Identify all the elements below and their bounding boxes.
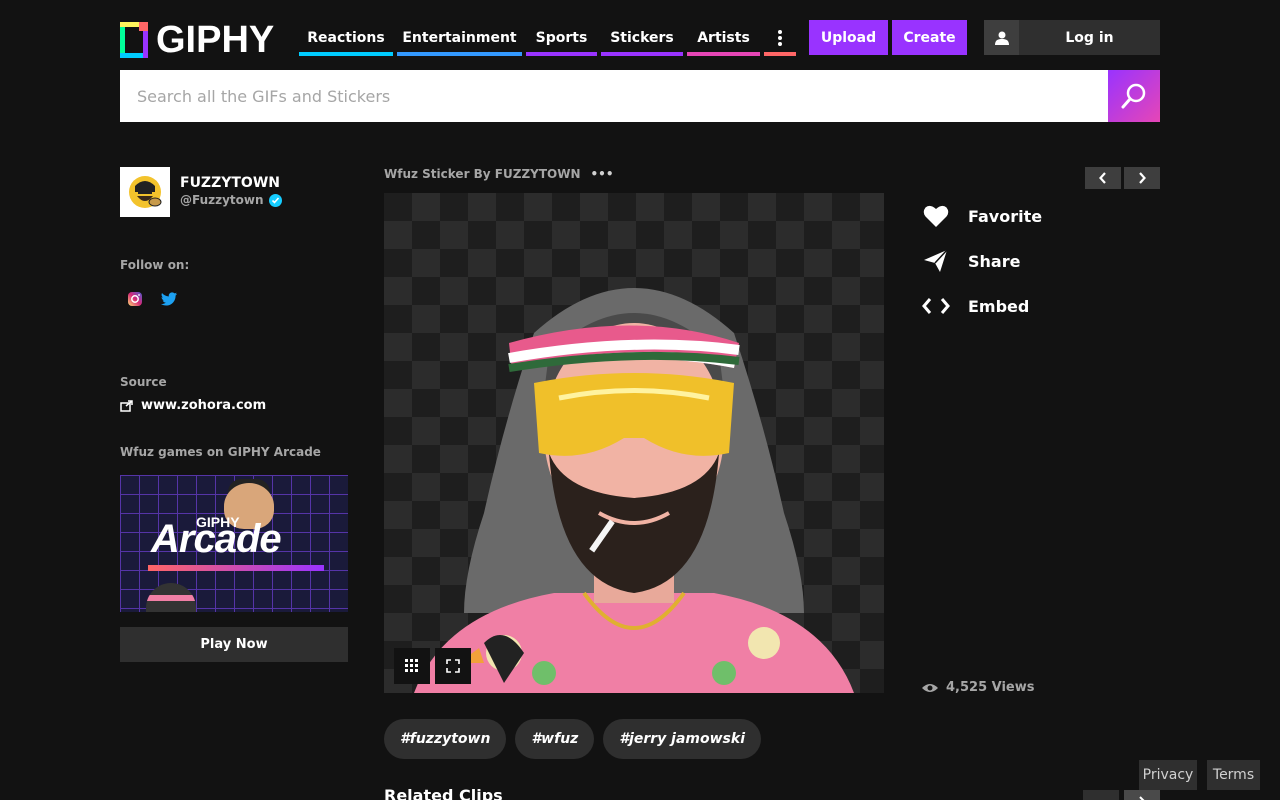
- arcade-label: Wfuz games on GIPHY Arcade: [120, 445, 321, 459]
- search-button[interactable]: [1108, 70, 1160, 122]
- giphy-logo[interactable]: GIPHY: [120, 19, 275, 61]
- fullscreen-button[interactable]: [435, 648, 471, 684]
- follow-label: Follow on:: [120, 258, 190, 272]
- social-links: [126, 290, 178, 307]
- sticker-title: Wfuz Sticker By FUZZYTOWN: [384, 167, 581, 181]
- tag-pill[interactable]: #jerry jamowski: [603, 719, 761, 759]
- source-link[interactable]: www.zohora.com: [120, 398, 266, 413]
- nav-label: Reactions: [307, 30, 385, 46]
- create-button[interactable]: Create: [892, 20, 967, 55]
- instagram-icon[interactable]: [126, 290, 143, 307]
- nav-more-button[interactable]: [764, 20, 796, 56]
- related-clips-heading: Related Clips: [384, 786, 503, 800]
- embed-button[interactable]: Embed: [922, 292, 1029, 320]
- chevron-right-icon: [1139, 796, 1145, 800]
- login-button[interactable]: Log in: [984, 20, 1160, 55]
- next-gif-button[interactable]: [1124, 167, 1160, 189]
- arcade-stripe: [148, 565, 324, 571]
- nav-artists[interactable]: Artists: [687, 20, 760, 56]
- fullscreen-icon: [446, 659, 460, 673]
- play-now-button[interactable]: Play Now: [120, 627, 348, 662]
- search-icon: [1121, 83, 1146, 109]
- embed-label: Embed: [968, 296, 1030, 316]
- search-input[interactable]: [120, 70, 1108, 122]
- eye-icon: [922, 683, 938, 692]
- chevron-left-icon: [1099, 172, 1106, 184]
- login-label: Log in: [1065, 29, 1114, 46]
- external-link-icon: [120, 399, 133, 412]
- nav-label: Artists: [697, 30, 750, 46]
- view-count: 4,525 Views: [922, 680, 1035, 695]
- nav-entertainment[interactable]: Entertainment: [397, 20, 522, 56]
- nav-underline: [299, 52, 393, 56]
- share-button[interactable]: Share: [922, 247, 1020, 275]
- profile-name[interactable]: FUZZYTOWN: [180, 175, 280, 191]
- terms-link[interactable]: Terms: [1207, 760, 1260, 790]
- source-label: Source: [120, 375, 167, 389]
- nav-underline: [526, 52, 597, 56]
- nav-sports[interactable]: Sports: [526, 20, 597, 56]
- nav-stickers[interactable]: Stickers: [601, 20, 683, 56]
- tag-pill[interactable]: #fuzzytown: [384, 719, 507, 759]
- sticker-image: [414, 288, 854, 693]
- arcade-giphy-text: GIPHY: [196, 514, 240, 530]
- verified-badge-icon: [268, 193, 282, 207]
- previous-gif-button[interactable]: [1085, 167, 1121, 189]
- nav-label: Entertainment: [402, 30, 517, 46]
- grid-icon: [405, 659, 418, 672]
- share-label: Share: [968, 251, 1021, 271]
- sticker-title-row: Wfuz Sticker By FUZZYTOWN •••: [384, 167, 614, 181]
- nav-underline: [601, 52, 683, 56]
- nav-reactions[interactable]: Reactions: [299, 20, 393, 56]
- avatar[interactable]: [120, 167, 170, 217]
- favorite-button[interactable]: Favorite: [922, 202, 1042, 230]
- profile-handle-row: @Fuzzytown: [180, 193, 282, 207]
- user-icon: [984, 20, 1019, 55]
- privacy-link[interactable]: Privacy: [1139, 760, 1197, 790]
- source-url: www.zohora.com: [141, 398, 267, 413]
- paper-plane-icon: [922, 247, 950, 275]
- sticker-viewer[interactable]: [384, 193, 884, 693]
- chevron-right-icon: [1139, 172, 1146, 184]
- tag-list: #fuzzytown #wfuz #jerry jamowski: [384, 719, 761, 759]
- related-previous-button[interactable]: [1083, 790, 1119, 800]
- main-nav: Reactions Entertainment Sports Stickers …: [299, 20, 800, 56]
- logo-text: GIPHY: [156, 19, 275, 61]
- giphy-logo-icon: [120, 22, 148, 58]
- nav-underline: [764, 52, 796, 56]
- code-brackets-icon: [922, 292, 950, 320]
- nav-label: Stickers: [610, 30, 674, 46]
- more-options-button[interactable]: •••: [591, 167, 614, 181]
- profile-handle[interactable]: @Fuzzytown: [180, 193, 264, 207]
- nav-label: Sports: [535, 30, 588, 46]
- arcade-banner[interactable]: Arcade GIPHY: [120, 475, 348, 612]
- upload-button[interactable]: Upload: [809, 20, 888, 55]
- tag-pill[interactable]: #wfuz: [515, 719, 595, 759]
- nav-underline: [687, 52, 760, 56]
- grid-view-button[interactable]: [394, 648, 430, 684]
- more-vertical-icon: [778, 30, 782, 46]
- search-bar: [120, 70, 1160, 122]
- twitter-icon[interactable]: [161, 290, 178, 307]
- related-next-button[interactable]: [1124, 790, 1160, 800]
- nav-underline: [397, 52, 522, 56]
- fuzzytown-avatar-icon: [129, 176, 162, 208]
- favorite-label: Favorite: [968, 206, 1043, 226]
- view-count-label: 4,525 Views: [946, 680, 1035, 695]
- heart-icon: [922, 202, 950, 230]
